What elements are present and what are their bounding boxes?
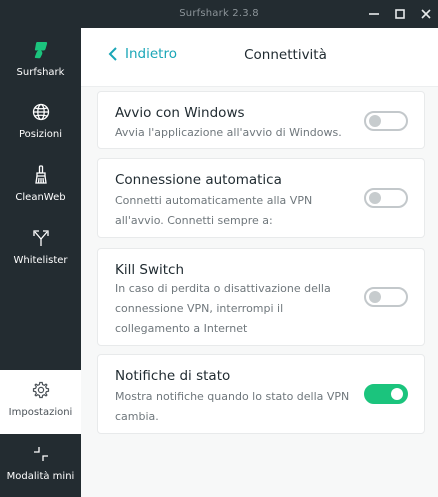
setting-title: Notifiche di stato xyxy=(115,368,231,384)
globe-icon xyxy=(31,102,51,122)
sidebar-item-label: Surfshark xyxy=(16,67,65,78)
page-title: Connettività xyxy=(244,47,327,63)
sidebar-item-cleanweb[interactable]: CleanWeb xyxy=(0,165,81,215)
close-icon xyxy=(421,9,431,19)
setting-title: Avvio con Windows xyxy=(115,105,245,121)
settings-panel: Indietro Connettività Avvio con Windows … xyxy=(81,28,438,497)
split-arrows-icon xyxy=(31,228,51,248)
setting-title: Connessione automatica xyxy=(115,172,282,188)
description-line: Mostra notifiche quando lo stato della V… xyxy=(115,390,350,403)
sidebar-item-label: Modalità mini xyxy=(6,471,75,482)
surfshark-logo-icon xyxy=(31,40,51,60)
maximize-window-button[interactable] xyxy=(388,4,412,24)
setting-card-notifiche-stato: Notifiche di stato Mostra notifiche quan… xyxy=(97,354,425,434)
sidebar-item-label: Whitelister xyxy=(13,255,68,266)
toggle-kill-switch[interactable] xyxy=(364,287,408,307)
header-bar: Indietro Connettività xyxy=(81,28,438,87)
setting-description: Connetti automaticamente alla VPN all'av… xyxy=(115,191,351,231)
close-window-button[interactable] xyxy=(414,4,438,24)
description-line: In caso di perdita o disattivazione dell… xyxy=(115,282,331,295)
description-line: Avvia l'applicazione all'avvio di Window… xyxy=(115,126,342,139)
toggle-avvio-windows[interactable] xyxy=(364,111,408,131)
setting-description: In caso di perdita o disattivazione dell… xyxy=(115,279,351,339)
sidebar-item-modalita-mini[interactable]: Modalità mini xyxy=(0,444,81,490)
toggle-knob xyxy=(369,115,381,127)
setting-title: Kill Switch xyxy=(115,262,185,278)
toggle-notifiche-stato[interactable] xyxy=(364,384,408,404)
sidebar-item-impostazioni[interactable]: Impostazioni xyxy=(0,370,81,434)
description-line: all'avvio. Connetti sempre a: xyxy=(115,214,273,227)
brush-icon xyxy=(31,165,51,185)
toggle-knob xyxy=(369,192,381,204)
sidebar-item-posizioni[interactable]: Posizioni xyxy=(0,102,81,152)
title-bar: Surfshark 2.3.8 xyxy=(0,0,438,28)
minimize-window-button[interactable] xyxy=(362,4,386,24)
setting-card-kill-switch: Kill Switch In caso di perdita o disatti… xyxy=(97,248,425,346)
minimize-icon xyxy=(369,13,379,15)
toggle-connessione-automatica[interactable] xyxy=(364,188,408,208)
sidebar-item-whitelister[interactable]: Whitelister xyxy=(0,228,81,278)
toggle-knob xyxy=(369,291,381,303)
sidebar-item-label: Impostazioni xyxy=(8,407,73,418)
setting-description: Mostra notifiche quando lo stato della V… xyxy=(115,387,351,427)
sidebar-item-label: Posizioni xyxy=(18,129,63,140)
sidebar-item-surfshark[interactable]: Surfshark xyxy=(0,40,81,90)
minimize-arrows-icon xyxy=(31,444,51,464)
description-line: collegamento a Internet xyxy=(115,322,248,335)
description-line: cambia. xyxy=(115,410,159,423)
setting-description: Avvia l'applicazione all'avvio di Window… xyxy=(115,123,351,143)
sidebar-item-label: CleanWeb xyxy=(15,192,66,203)
description-line: connessione VPN, interrompi il xyxy=(115,302,284,315)
setting-card-connessione-automatica: Connessione automatica Connetti automati… xyxy=(97,158,425,238)
sidebar: Surfshark Posizioni CleanWeb Whitelister… xyxy=(0,28,81,497)
toggle-knob xyxy=(391,388,403,400)
maximize-icon xyxy=(395,9,405,19)
gear-icon xyxy=(31,380,51,400)
setting-card-avvio-windows: Avvio con Windows Avvia l'applicazione a… xyxy=(97,91,425,149)
description-line: Connetti automaticamente alla VPN xyxy=(115,194,313,207)
